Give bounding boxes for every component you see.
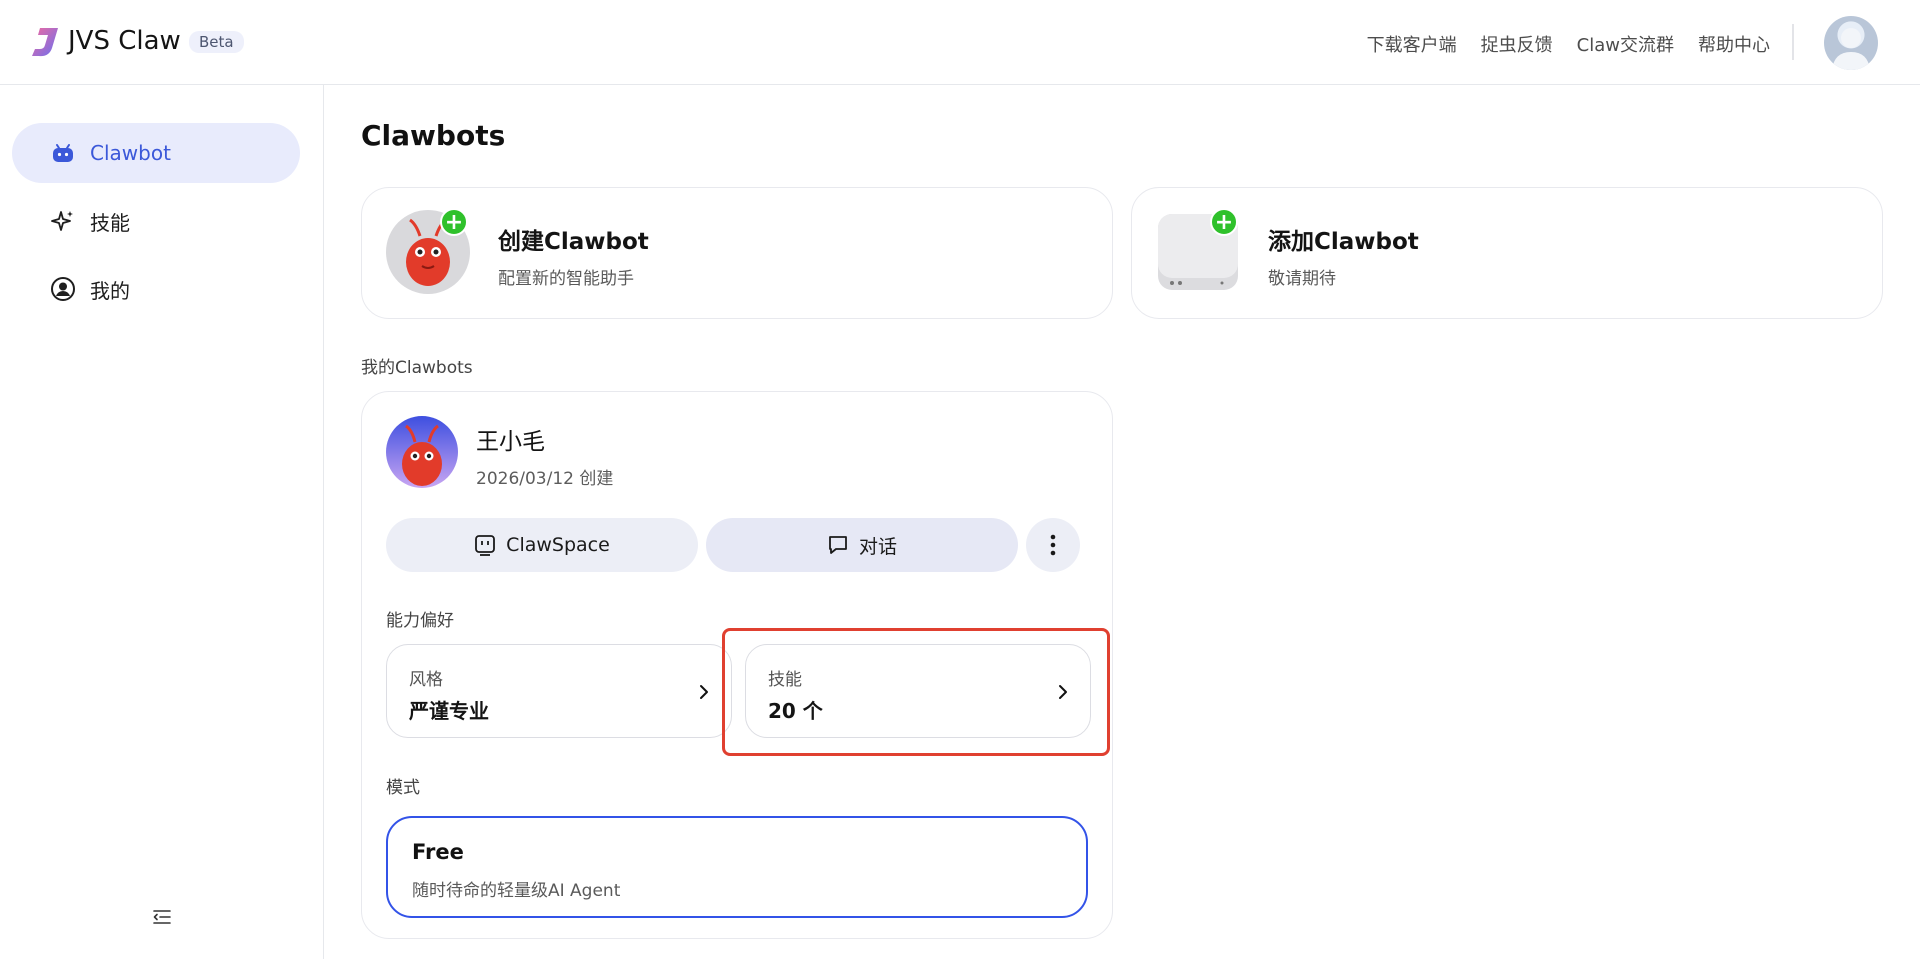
nav-download[interactable]: 下载客户端 [1367, 31, 1457, 57]
sparkle-icon [50, 208, 76, 234]
add-clawbot-card[interactable]: + 添加Clawbot 敬请期待 [1131, 187, 1883, 319]
bot-avatar[interactable] [386, 416, 458, 488]
sidebar-item-skills[interactable]: 技能 [12, 191, 300, 251]
create-card-title: 创建Clawbot [498, 229, 649, 255]
skill-label: 技能 [768, 670, 802, 690]
clawspace-button[interactable]: ClawSpace [386, 518, 698, 572]
sidebar: Clawbot 技能 我的 [0, 85, 324, 959]
mode-label: 模式 [386, 778, 420, 798]
robot-icon [50, 140, 76, 166]
jvs-logo-icon[interactable] [30, 26, 60, 58]
ability-label: 能力偏好 [386, 611, 454, 631]
sidebar-item-clawbot[interactable]: Clawbot [12, 123, 300, 183]
top-nav: 下载客户端 捉虫反馈 Claw交流群 帮助中心 [1367, 31, 1770, 57]
user-circle-icon [50, 276, 76, 302]
chevron-right-icon [700, 685, 708, 699]
mode-subtitle: 随时待命的轻量级AI Agent [412, 881, 621, 901]
clawbot-card: 王小毛 2026/03/12 创建 ClawSpace 对话 能力偏好 风格 严… [361, 391, 1113, 939]
clawspace-label: ClawSpace [506, 534, 610, 556]
brand-name[interactable]: JVS Claw [68, 26, 181, 56]
more-vertical-icon [1050, 534, 1056, 556]
user-avatar[interactable] [1824, 16, 1878, 70]
sidebar-item-label: 技能 [90, 210, 130, 235]
chat-label: 对话 [858, 535, 897, 558]
nav-feedback[interactable]: 捉虫反馈 [1481, 31, 1553, 57]
style-label: 风格 [409, 670, 443, 690]
skill-preference[interactable]: 技能 20 个 [745, 644, 1091, 738]
chevron-right-icon [1059, 685, 1067, 699]
plus-icon: + [440, 208, 468, 236]
sidebar-item-mine[interactable]: 我的 [12, 259, 300, 319]
nav-help[interactable]: 帮助中心 [1698, 31, 1770, 57]
create-clawbot-card[interactable]: + 创建Clawbot 配置新的智能助手 [361, 187, 1113, 319]
mode-free-option[interactable]: Free 随时待命的轻量级AI Agent [386, 816, 1088, 918]
chat-button[interactable]: 对话 [706, 518, 1018, 572]
main-content: Clawbots + 创建Clawbot 配置新的智能助手 + 添加Clawbo… [325, 85, 1920, 959]
skill-value: 20 个 [768, 699, 823, 723]
chat-bubble-icon [829, 536, 847, 554]
nav-divider [1792, 24, 1794, 60]
plus-icon: + [1210, 208, 1238, 236]
style-preference[interactable]: 风格 严谨专业 [386, 644, 732, 738]
clawspace-icon [475, 535, 496, 556]
more-options-button[interactable] [1026, 518, 1080, 572]
bot-name: 王小毛 [476, 429, 545, 455]
sidebar-item-label: Clawbot [90, 141, 171, 165]
style-value: 严谨专业 [409, 699, 489, 723]
top-header: JVS Claw Beta 下载客户端 捉虫反馈 Claw交流群 帮助中心 [0, 0, 1920, 85]
collapse-sidebar-icon[interactable] [150, 905, 174, 929]
create-card-subtitle: 配置新的智能助手 [498, 269, 634, 289]
mode-title: Free [412, 840, 464, 864]
add-card-subtitle: 敬请期待 [1268, 269, 1336, 289]
beta-badge: Beta [189, 31, 244, 53]
bot-created-date: 2026/03/12 创建 [476, 469, 614, 489]
avatar-person-icon [1832, 28, 1870, 70]
nav-community[interactable]: Claw交流群 [1577, 31, 1674, 57]
add-card-title: 添加Clawbot [1268, 229, 1419, 255]
page-title: Clawbots [361, 119, 506, 152]
sidebar-item-label: 我的 [90, 278, 130, 303]
my-clawbots-label: 我的Clawbots [361, 358, 473, 378]
